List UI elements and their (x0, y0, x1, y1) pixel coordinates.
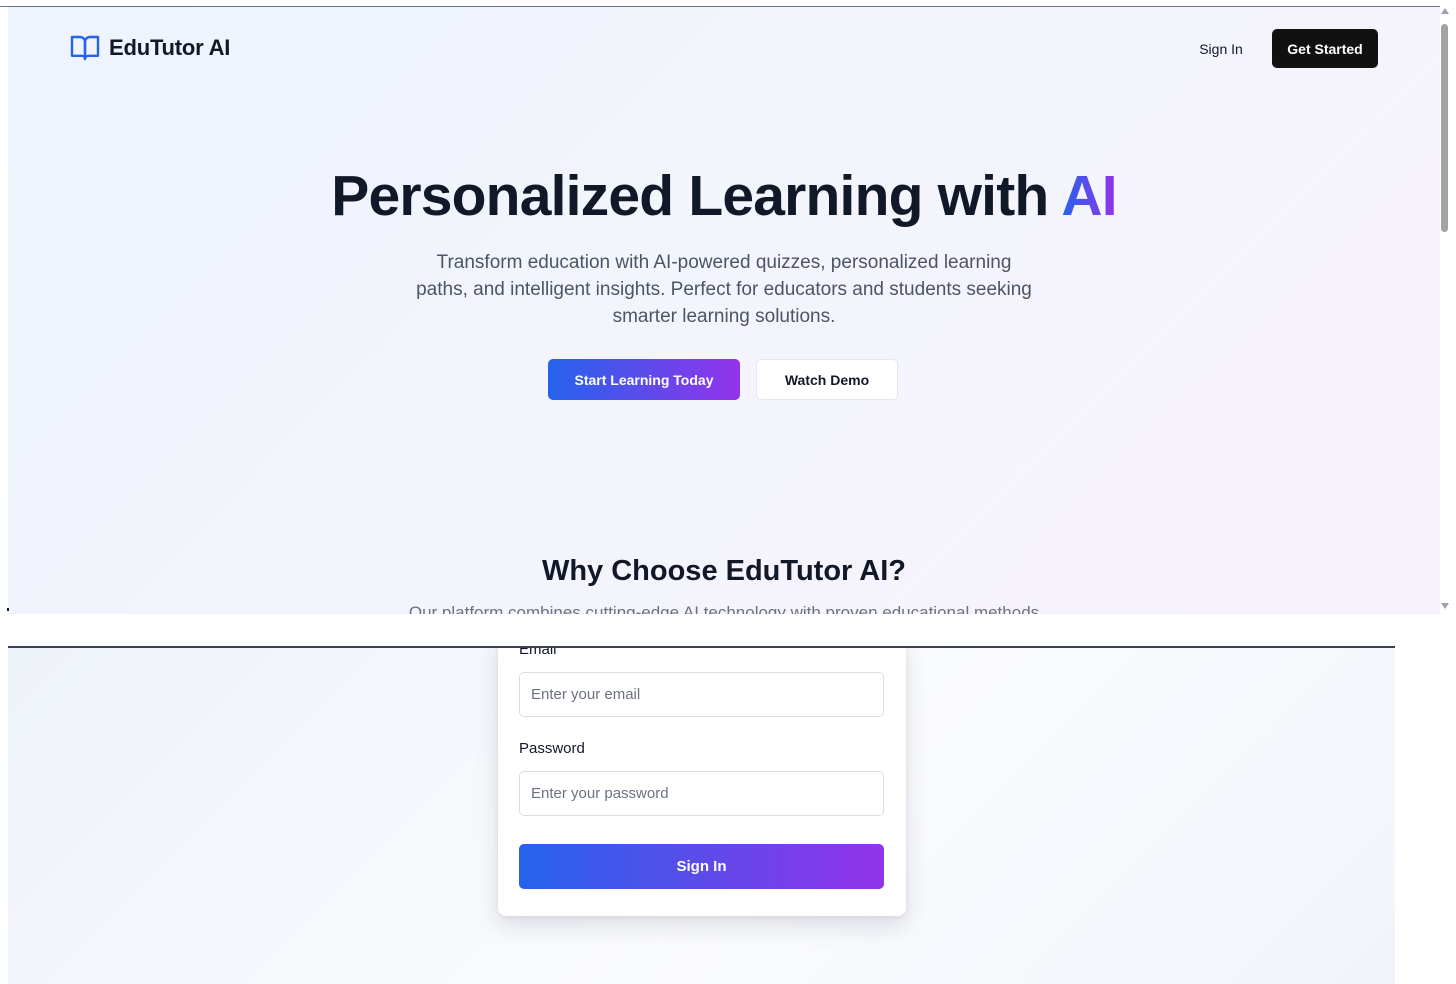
nav-sign-in-button[interactable]: Sign In (1186, 35, 1256, 63)
hero-title-main: Personalized Learning with (331, 164, 1062, 228)
landing-page: EduTutor AI Sign In Get Started Personal… (8, 7, 1440, 614)
sign-in-submit-button[interactable]: Sign In (519, 844, 884, 889)
watch-demo-button[interactable]: Watch Demo (756, 359, 898, 400)
email-label: Email (519, 648, 557, 658)
corner-mark (7, 608, 9, 611)
features-subtitle: Our platform combines cutting-edge AI te… (408, 603, 1040, 614)
email-field[interactable] (519, 672, 884, 717)
scroll-up-arrow-icon[interactable] (1441, 8, 1449, 14)
start-learning-button[interactable]: Start Learning Today (548, 359, 740, 400)
scrollbar-thumb[interactable] (1441, 24, 1448, 232)
hero-title-accent: AI (1061, 164, 1117, 228)
password-label: Password (519, 740, 585, 757)
hero-description: Transform education with AI-powered quiz… (416, 252, 1032, 327)
brand-logo[interactable]: EduTutor AI (70, 34, 230, 62)
landing-screenshot: EduTutor AI Sign In Get Started Personal… (0, 0, 1456, 614)
features-title: Why Choose EduTutor AI? (541, 555, 907, 587)
hero-title: Personalized Learning with AI (8, 164, 1440, 228)
get-started-button[interactable]: Get Started (1272, 29, 1378, 68)
brand-name: EduTutor AI (109, 35, 231, 60)
login-screenshot: Email Password Sign In (8, 648, 1395, 984)
book-open-icon (70, 34, 100, 62)
login-card: Email Password Sign In (498, 648, 906, 916)
scroll-down-arrow-icon[interactable] (1441, 603, 1449, 609)
password-field[interactable] (519, 771, 884, 816)
